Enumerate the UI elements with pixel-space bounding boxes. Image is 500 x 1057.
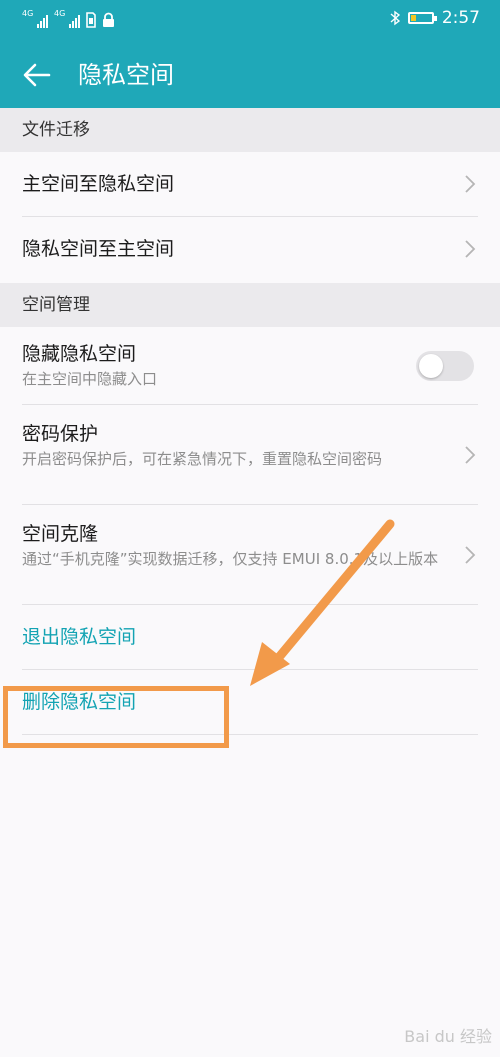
- watermark-text: Bai du 经验: [404, 1027, 492, 1046]
- annotation-arrow: [250, 519, 395, 686]
- watermark-logo: Bai du 经验: [404, 1023, 492, 1047]
